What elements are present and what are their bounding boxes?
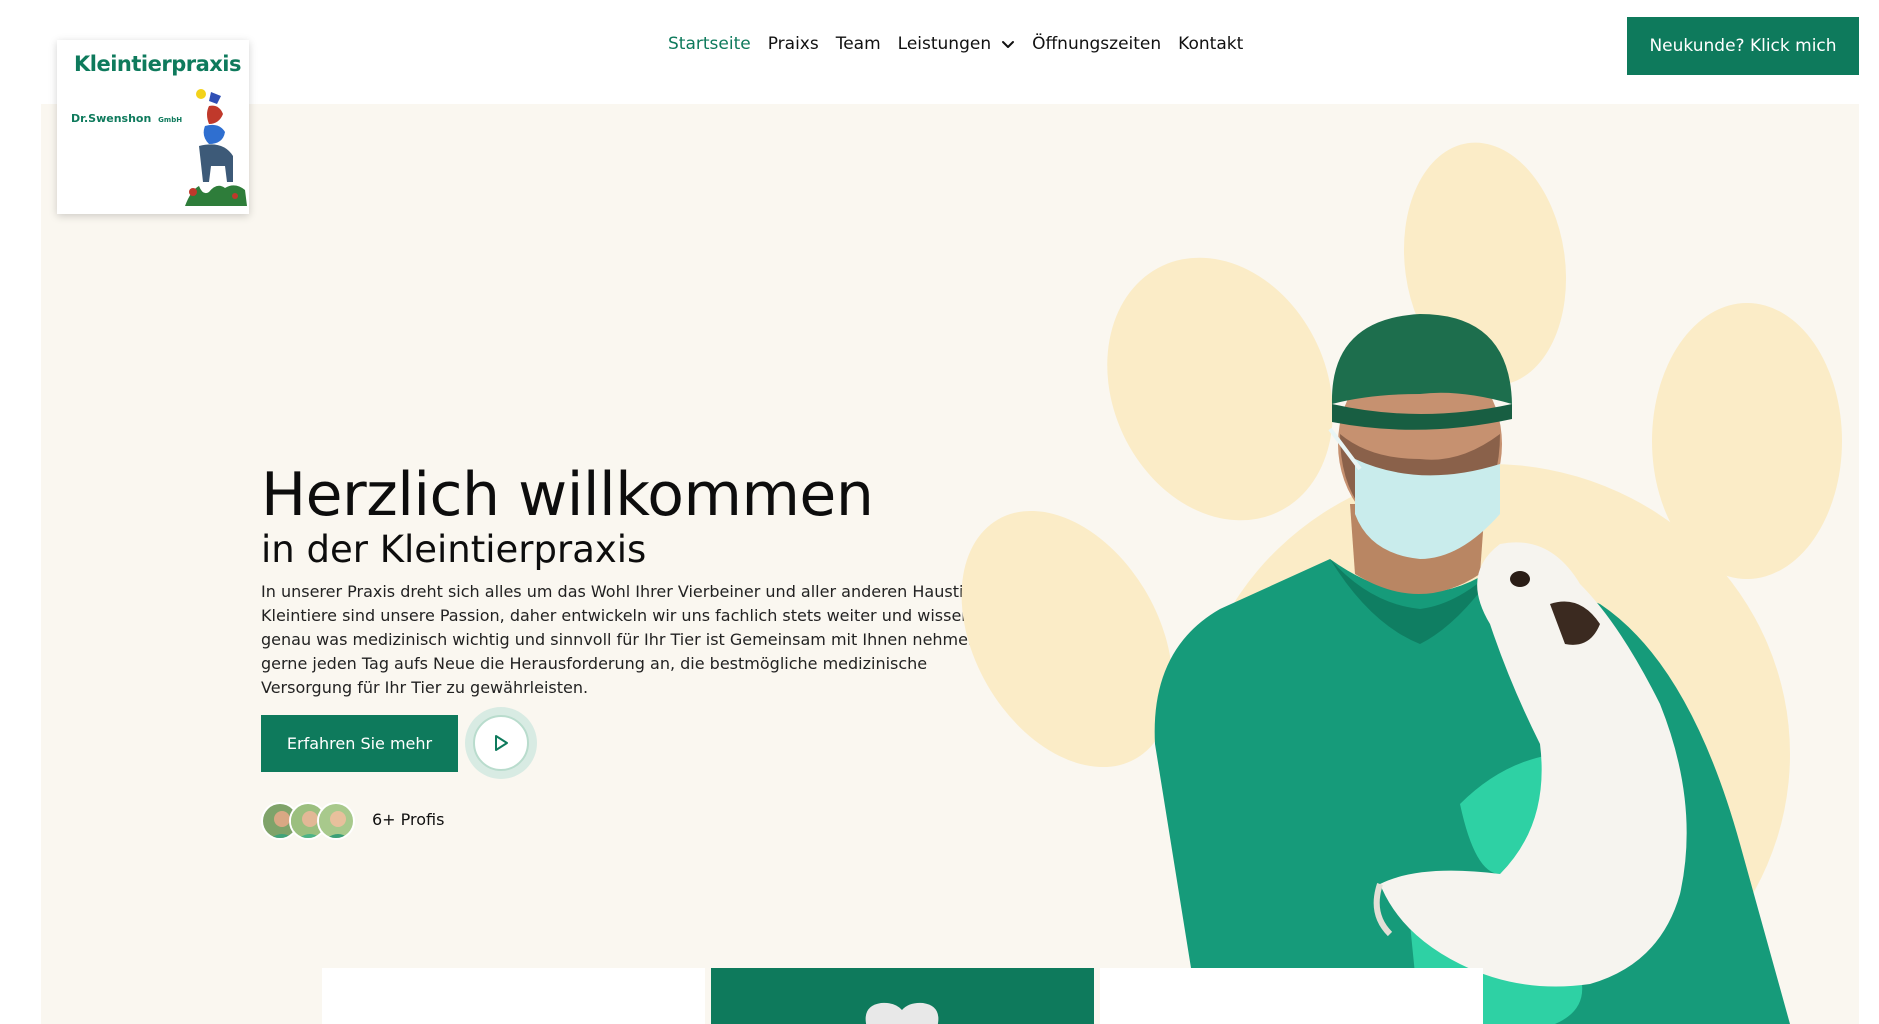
feature-card-highlighted[interactable] — [711, 968, 1094, 1024]
logo-title: Kleintierpraxis — [74, 52, 242, 76]
chevron-down-icon — [1002, 41, 1015, 48]
hero-subheadline: in der Kleintierpraxis — [261, 528, 647, 571]
tooth-icon — [865, 1002, 939, 1024]
nav-item-leistungen[interactable]: Leistungen — [898, 34, 1015, 54]
logo-subtitle: Dr.Swenshon GmbH — [71, 112, 182, 125]
nav-item-kontakt[interactable]: Kontakt — [1178, 34, 1243, 54]
learn-more-button[interactable]: Erfahren Sie mehr — [261, 715, 458, 772]
nav-item-praxis[interactable]: Praixs — [768, 34, 819, 54]
nav-item-team[interactable]: Team — [836, 34, 881, 54]
animal-stack-logo-art — [185, 89, 247, 206]
team-avatars — [261, 802, 357, 840]
logo[interactable]: Kleintierpraxis Dr.Swenshon GmbH — [57, 40, 249, 214]
main-nav: Startseite Praixs Team Leistungen Öffnun… — [668, 34, 1243, 54]
play-button-inner — [473, 715, 529, 771]
logo-subtitle-gmbh: GmbH — [158, 116, 183, 124]
nav-item-oeffnungszeiten[interactable]: Öffnungszeiten — [1032, 34, 1161, 54]
hero-vet-illustration — [900, 104, 1859, 1024]
nav-item-startseite[interactable]: Startseite — [668, 34, 751, 54]
feature-card[interactable] — [322, 968, 705, 1024]
logo-subtitle-name: Dr.Swenshon — [71, 112, 152, 125]
hero-headline: Herzlich willkommen — [261, 460, 874, 530]
feature-card[interactable] — [1100, 968, 1483, 1024]
team-count-label: 6+ Profis — [372, 810, 445, 829]
new-customer-button[interactable]: Neukunde? Klick mich — [1627, 17, 1859, 75]
avatar — [317, 802, 355, 840]
nav-item-leistungen-label: Leistungen — [897, 34, 992, 54]
site-header: Startseite Praixs Team Leistungen Öffnun… — [0, 0, 1879, 104]
play-icon — [495, 735, 508, 751]
play-video-button[interactable] — [465, 707, 537, 779]
